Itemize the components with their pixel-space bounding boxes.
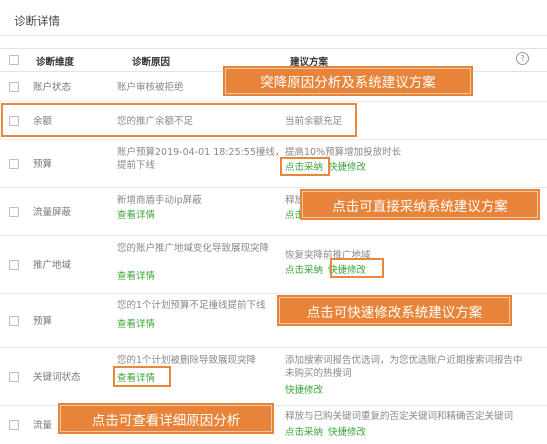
row-plan-links: 点击采纳 快捷修改 [285, 161, 530, 174]
quick-edit-link[interactable]: 快捷修改 [328, 162, 366, 173]
row-plan: 提高10%预算增加投放时长 [285, 147, 402, 158]
row-checkbox[interactable] [9, 159, 19, 169]
row-dimension: 预算 [33, 159, 53, 170]
help-icon[interactable]: ? [516, 52, 529, 65]
adopt-link[interactable]: 点击采纳 [285, 265, 323, 276]
row-plan-links: 点击采纳 快捷修改 [285, 264, 530, 277]
row-reason: 账户预算2019-04-01 18:25:55撞线，提前下线 [117, 147, 285, 171]
callout-quick-edit: 点击可快速修改系统建议方案 [277, 295, 512, 326]
quick-edit-link[interactable]: 快捷修改 [328, 265, 366, 276]
row-plan: 释放与已购关键词重复的否定关键词和精确否定关键词 [285, 411, 514, 422]
row-reason: 新增商盾手动ip屏蔽 [117, 195, 202, 206]
view-details-link[interactable]: 查看详情 [117, 372, 155, 385]
row-dimension: 推广地域 [33, 260, 72, 271]
callout-adopt: 点击可直接采纳系统建议方案 [300, 189, 540, 220]
row-checkbox[interactable] [9, 260, 19, 270]
view-details-link[interactable]: 查看详情 [117, 270, 155, 283]
adopt-link[interactable]: 点击采纳 [285, 427, 323, 438]
callout-reason-analysis: 突降原因分析及系统建议方案 [223, 66, 473, 96]
row-checkbox[interactable] [9, 420, 19, 430]
callout-view-details: 点击可查看详细原因分析 [58, 403, 274, 434]
view-details-link[interactable]: 查看详情 [117, 318, 155, 331]
row-plan-links: 点击采纳 快捷修改 [285, 426, 530, 439]
header-reason: 诊断原因 [132, 57, 171, 68]
row-checkbox[interactable] [9, 116, 19, 126]
quick-edit-link[interactable]: 快捷修改 [285, 384, 323, 397]
row-checkbox[interactable] [9, 82, 19, 92]
row-reason: 您的账户推广地域变化导致展现突降 [117, 243, 270, 254]
quick-edit-link[interactable]: 快捷修改 [328, 427, 366, 438]
row-dimension: 余额 [33, 116, 53, 127]
row-plan: 添加搜索词报告优选词，为您优选账户近期搜索词报告中未购买的热搜词 [285, 355, 523, 379]
header-checkbox[interactable] [9, 55, 19, 65]
title-divider [0, 35, 547, 36]
header-dimension: 诊断维度 [36, 57, 75, 68]
adopt-link[interactable]: 点击采纳 [285, 162, 323, 173]
row-checkbox[interactable] [9, 372, 19, 382]
row-checkbox[interactable] [9, 316, 19, 326]
table-row: 关键词状态 您的1个计划被删除导致展现突降 查看详情 添加搜索词报告优选词，为您… [0, 348, 547, 406]
view-details-link[interactable]: 查看详情 [117, 209, 155, 222]
table-row: 余额 您的推广余额不足 当前余额充足 [0, 102, 547, 140]
table-row: 推广地域 您的账户推广地域变化导致展现突降 查看详情 恢复突降前推广地域 点击采… [0, 236, 547, 294]
table-row: 预算 账户预算2019-04-01 18:25:55撞线，提前下线 提高10%预… [0, 140, 547, 188]
row-dimension: 流量 [33, 420, 53, 431]
row-dimension: 关键词状态 [33, 372, 81, 383]
row-dimension: 流量屏蔽 [33, 207, 72, 218]
page-title: 诊断详情 [14, 14, 60, 28]
row-dimension: 账户状态 [33, 82, 72, 93]
row-reason: 您的推广余额不足 [117, 116, 194, 127]
row-reason: 您的1个计划被删除导致展现突降 [117, 355, 257, 366]
row-plan: 恢复突降前推广地域 [285, 250, 371, 261]
row-reason: 您的1个计划预算不足撞线提前下线 [117, 300, 266, 311]
row-plan: 当前余额充足 [285, 116, 343, 127]
row-dimension: 预算 [33, 316, 53, 327]
row-checkbox[interactable] [9, 207, 19, 217]
